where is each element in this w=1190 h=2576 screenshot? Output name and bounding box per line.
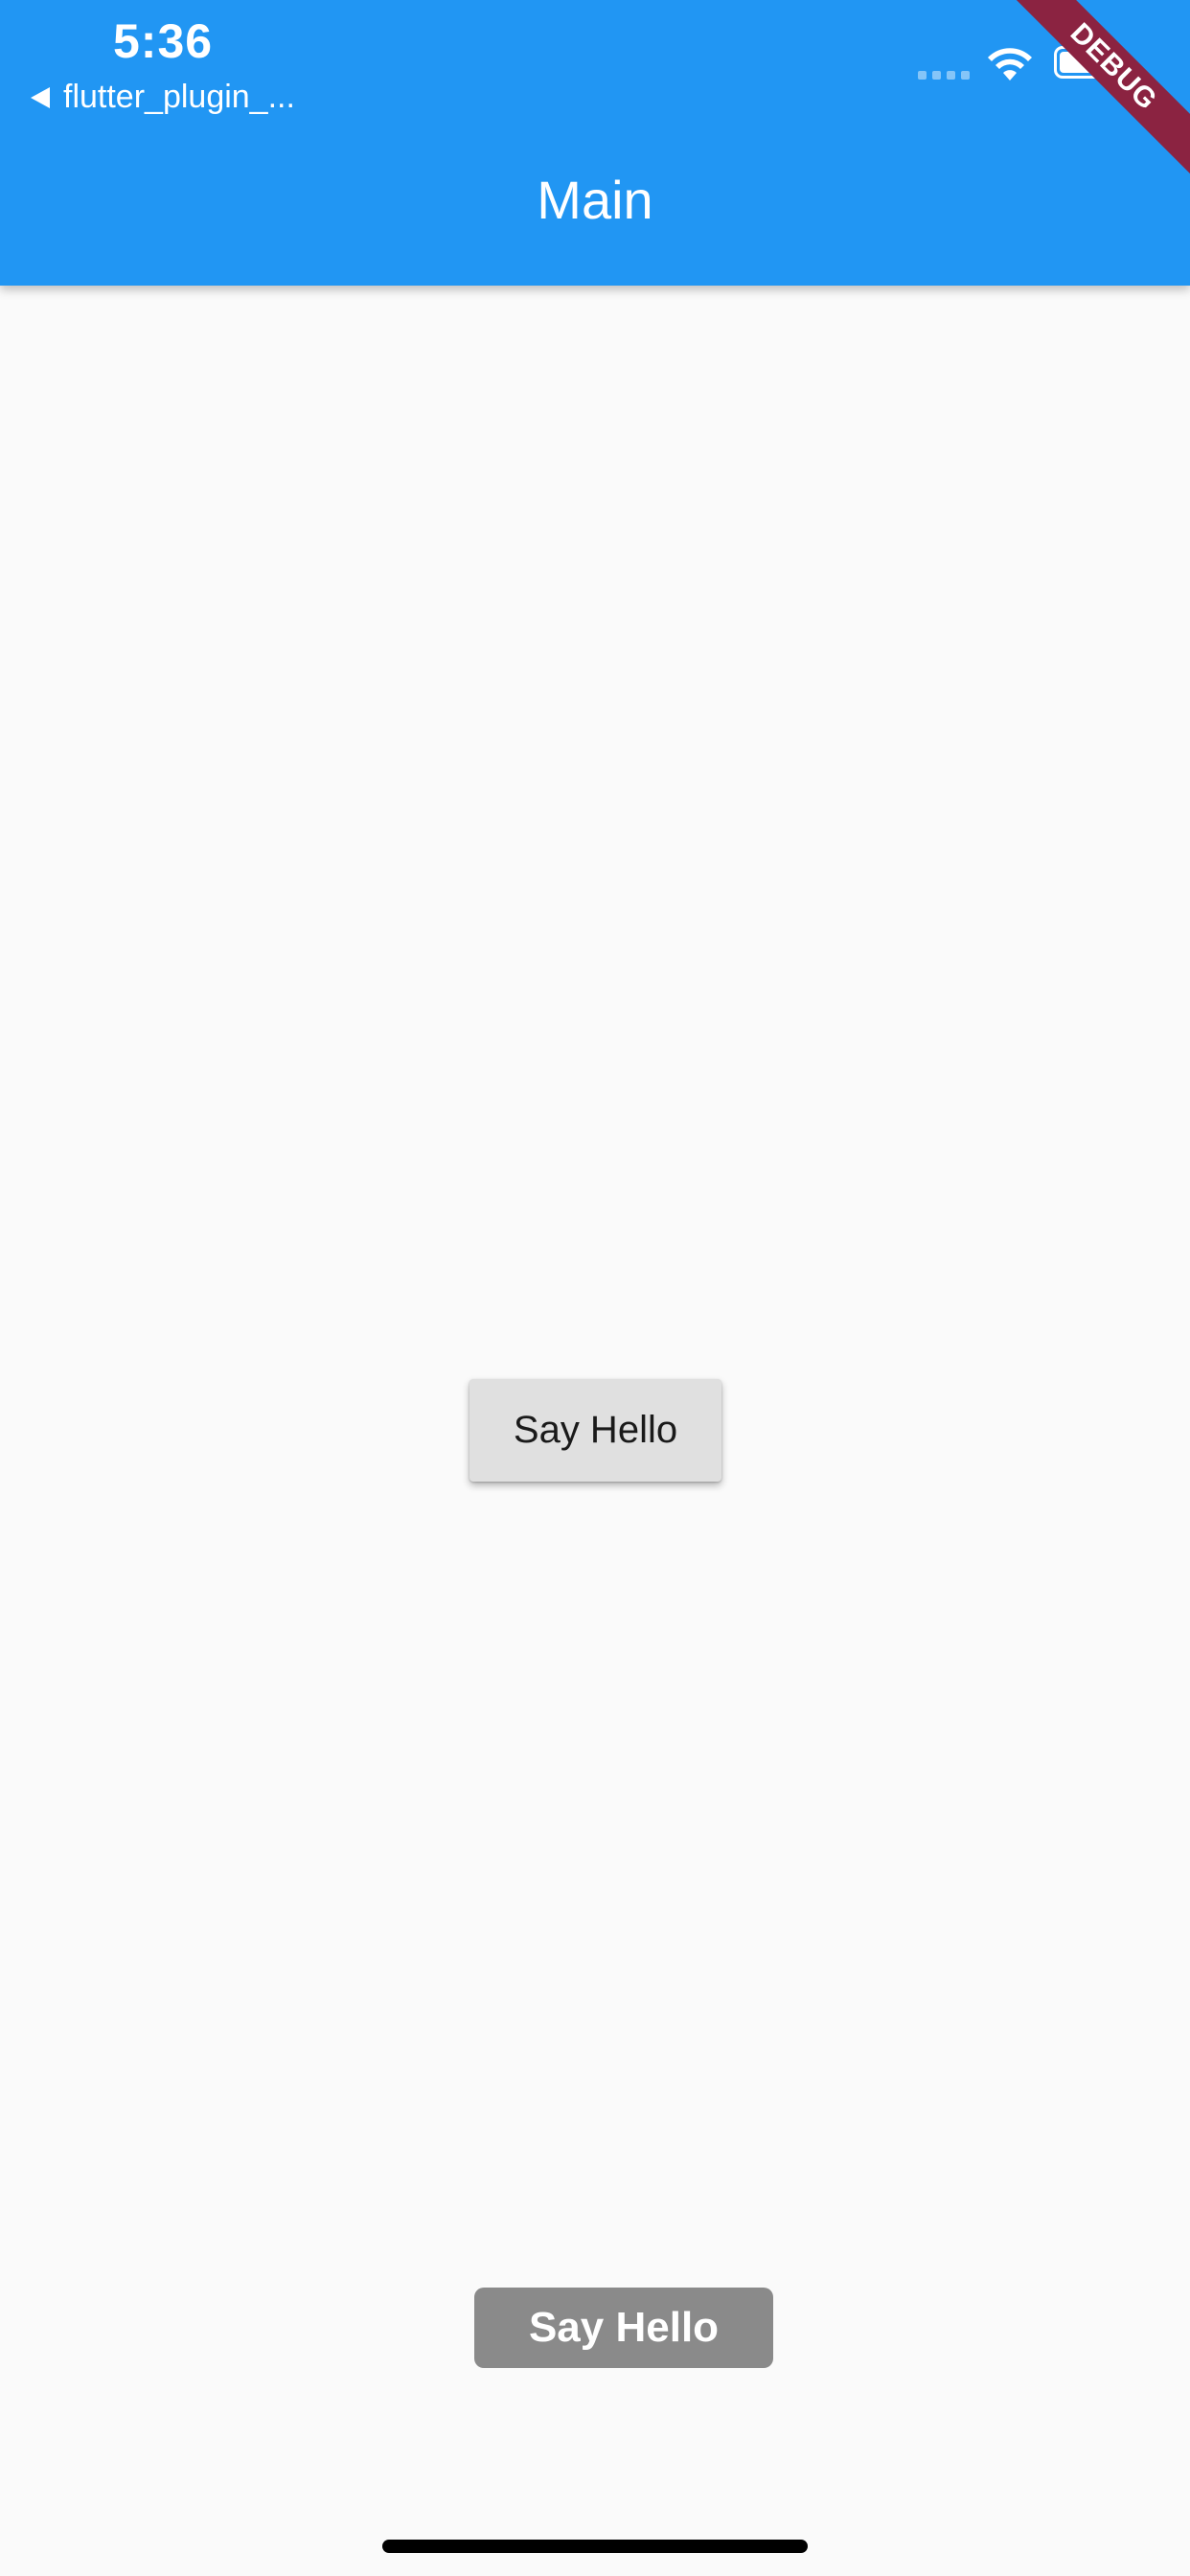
back-app-label: flutter_plugin_... bbox=[63, 79, 295, 115]
signal-dots-icon bbox=[918, 71, 970, 80]
app-bar: 5:36 flutter_plugin_... Main bbox=[0, 0, 1190, 286]
home-indicator[interactable] bbox=[382, 2540, 808, 2553]
status-time: 5:36 bbox=[113, 14, 214, 68]
back-to-app-link[interactable]: flutter_plugin_... bbox=[31, 79, 295, 116]
wifi-icon bbox=[988, 48, 1032, 80]
toast-message: Say Hello bbox=[474, 2288, 773, 2368]
say-hello-button[interactable]: Say Hello bbox=[469, 1379, 721, 1482]
page-title: Main bbox=[537, 170, 653, 230]
back-arrow-icon bbox=[31, 86, 50, 108]
screen: 5:36 flutter_plugin_... Main DEBUG Say H… bbox=[0, 0, 1190, 2576]
